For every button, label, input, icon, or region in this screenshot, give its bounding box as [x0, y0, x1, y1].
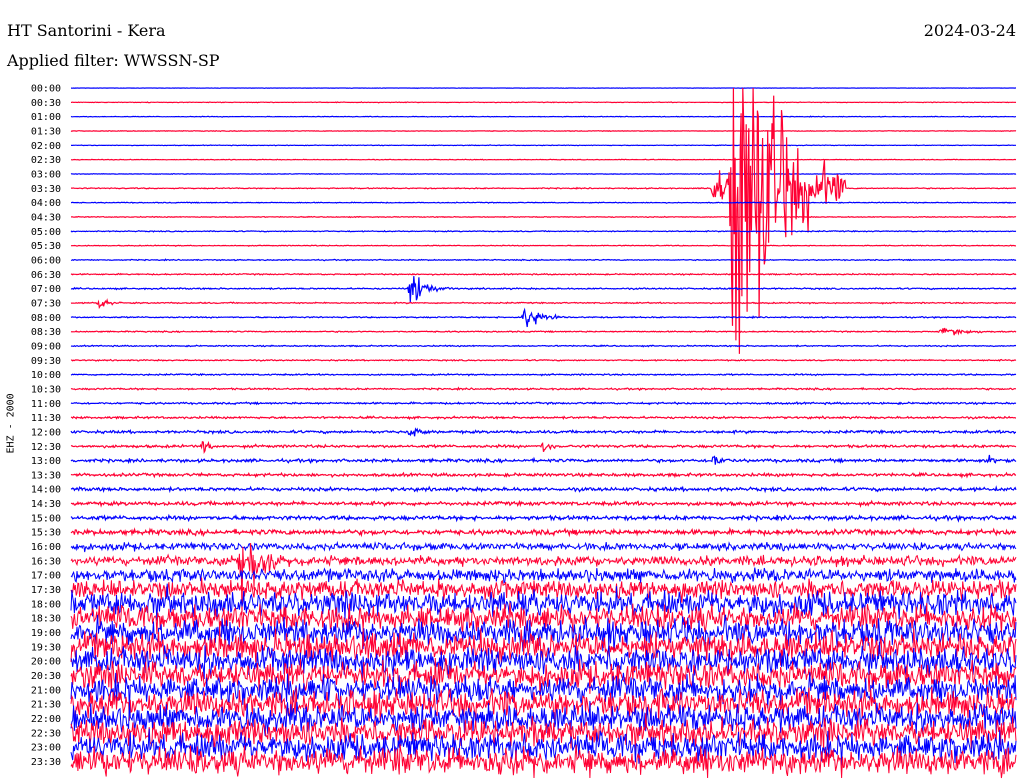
trace-line — [71, 215, 1017, 219]
time-label: 18:00 — [31, 599, 61, 610]
time-label: 05:00 — [31, 227, 61, 238]
time-label: 03:30 — [31, 184, 61, 195]
time-label: 20:00 — [31, 657, 61, 668]
time-label: 22:00 — [31, 714, 61, 725]
time-label: 12:00 — [31, 427, 61, 438]
trace-line — [70, 358, 1017, 362]
time-label: 08:30 — [31, 327, 61, 338]
time-label: 06:00 — [31, 255, 61, 266]
time-label: 13:30 — [31, 470, 61, 481]
trace-line — [70, 115, 1016, 118]
time-label: 21:30 — [31, 700, 61, 711]
time-label: 22:30 — [31, 728, 61, 739]
trace-line — [70, 427, 1017, 437]
time-label: 20:30 — [31, 671, 61, 682]
trace-line — [70, 454, 1017, 465]
trace-line — [70, 401, 1017, 406]
time-label: 08:00 — [31, 313, 61, 324]
trace-line — [70, 276, 1017, 303]
trace-line — [70, 513, 1017, 523]
time-label: 15:00 — [31, 513, 61, 524]
time-label: 01:00 — [31, 112, 61, 123]
time-label: 00:00 — [31, 84, 61, 95]
time-label: 05:30 — [31, 241, 61, 252]
time-label: 07:30 — [31, 298, 61, 309]
trace-line — [70, 244, 1017, 247]
trace-line — [71, 87, 1017, 354]
trace-line — [70, 499, 1017, 509]
helicorder-plot: 00:00 00:30 01:00 01:30 02:00 02:30 03:00 03:30… — [31, 84, 1017, 779]
time-label: 11:00 — [31, 399, 61, 410]
time-label: 19:00 — [31, 628, 61, 639]
time-label: 13:00 — [31, 456, 61, 467]
time-label: 04:00 — [31, 198, 61, 209]
time-label: 11:30 — [31, 413, 61, 424]
trace-line — [70, 272, 1017, 276]
time-label: 00:30 — [31, 98, 61, 109]
trace-line — [70, 471, 1017, 479]
trace-line — [70, 129, 1017, 133]
time-label: 10:30 — [31, 384, 61, 395]
time-label: 06:30 — [31, 270, 61, 281]
trace-line — [70, 144, 1016, 147]
seismic-traces — [70, 87, 1017, 779]
time-label: 23:00 — [31, 743, 61, 754]
trace-line — [70, 485, 1017, 494]
time-label: 09:30 — [31, 356, 61, 367]
time-label: 17:00 — [31, 571, 61, 582]
time-label: 19:30 — [31, 642, 61, 653]
trace-line — [70, 327, 1017, 336]
trace-line — [70, 567, 1017, 584]
trace-line — [70, 344, 1017, 348]
time-label: 23:30 — [31, 757, 61, 768]
time-label: 02:30 — [31, 155, 61, 166]
trace-line — [71, 101, 1017, 104]
time-label: 16:00 — [31, 542, 61, 553]
trace-line — [70, 307, 1017, 328]
time-label: 10:00 — [31, 370, 61, 381]
trace-line — [70, 201, 1017, 204]
trace-line — [70, 526, 1017, 538]
trace-line — [70, 372, 1017, 377]
trace-line — [70, 258, 1017, 262]
time-label: 07:00 — [31, 284, 61, 295]
trace-line — [70, 298, 1016, 310]
time-label: 12:30 — [31, 442, 61, 453]
time-label: 02:00 — [31, 141, 61, 152]
time-label: 14:30 — [31, 499, 61, 510]
time-label: 18:30 — [31, 614, 61, 625]
time-label: 14:00 — [31, 485, 61, 496]
trace-line — [70, 158, 1017, 161]
time-label: 16:30 — [31, 556, 61, 567]
trace-line — [70, 229, 1017, 233]
time-labels: 00:00 00:30 01:00 01:30 02:00 02:30 03:00 03:30… — [31, 84, 61, 769]
time-label: 21:00 — [31, 685, 61, 696]
time-label: 01:30 — [31, 126, 61, 137]
time-label: 03:00 — [31, 169, 61, 180]
trace-line — [70, 540, 1017, 553]
trace-line — [70, 386, 1017, 392]
trace-line — [70, 440, 1017, 454]
time-label: 15:30 — [31, 528, 61, 539]
time-label: 17:30 — [31, 585, 61, 596]
time-label: 09:00 — [31, 341, 61, 352]
time-label: 04:30 — [31, 212, 61, 223]
trace-line — [70, 415, 1017, 421]
trace-line — [70, 172, 1017, 176]
